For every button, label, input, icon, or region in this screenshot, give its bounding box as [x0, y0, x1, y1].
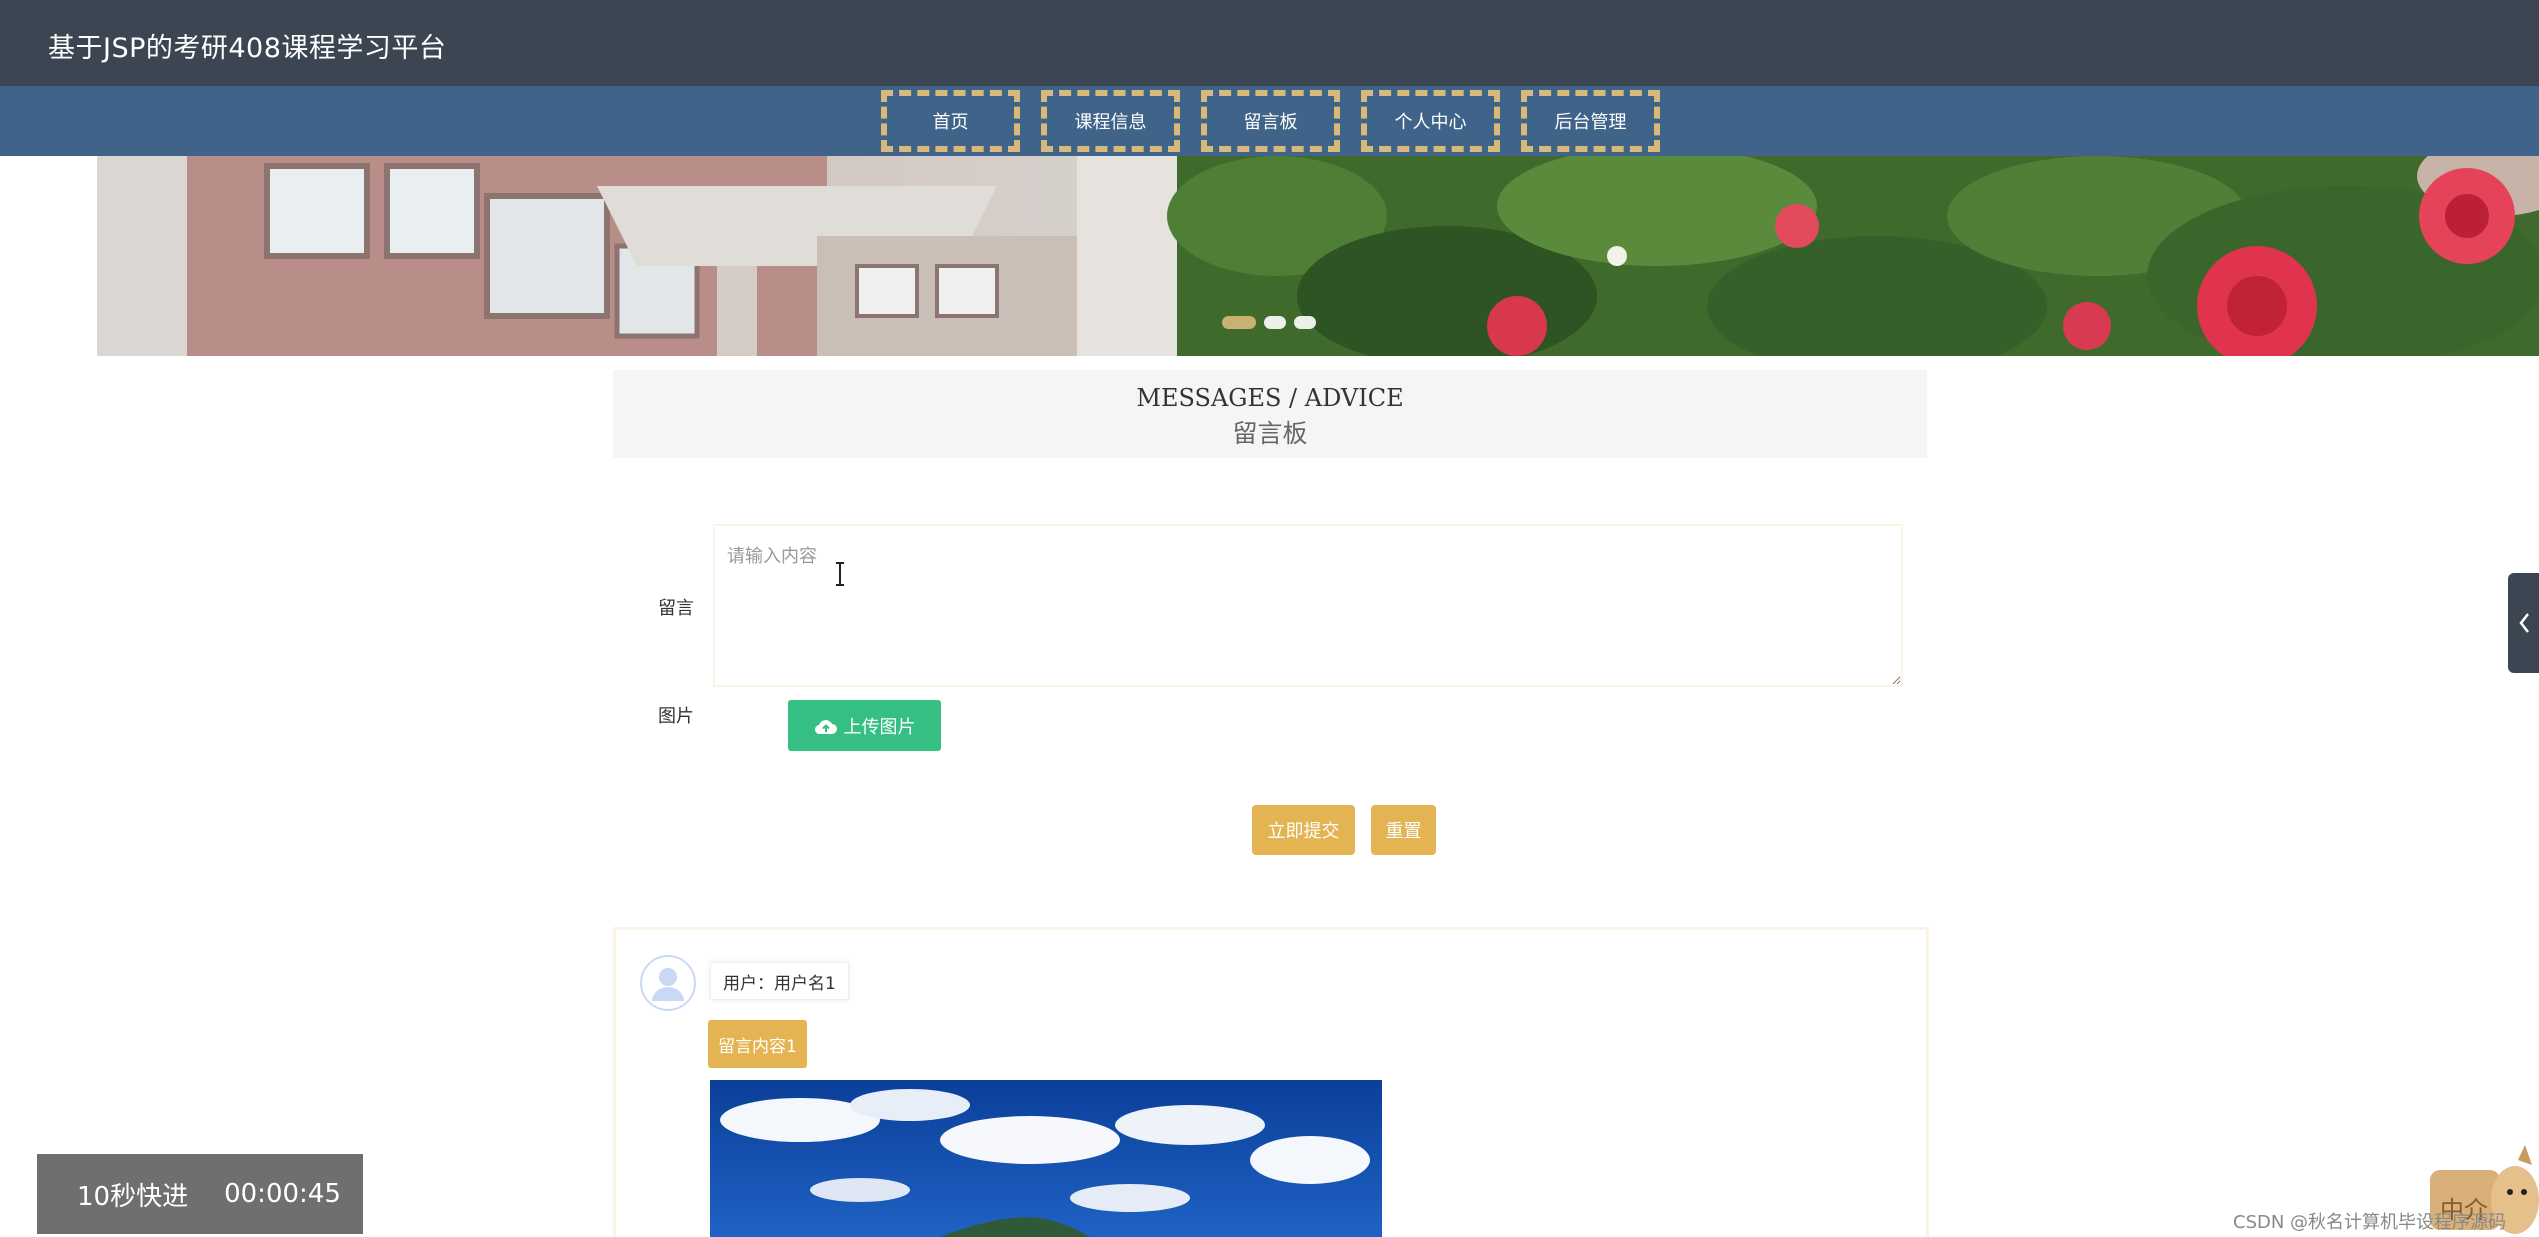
main-nav: 首页 课程信息 留言板 个人中心 后台管理 — [881, 90, 1660, 152]
carousel-dot[interactable] — [1222, 316, 1256, 329]
message-textarea[interactable] — [713, 524, 1903, 687]
user-avatar-icon — [640, 955, 696, 1011]
carousel-dot[interactable] — [1294, 316, 1316, 329]
nav-item-courses[interactable]: 课程信息 — [1041, 90, 1180, 152]
message-label: 留言 — [658, 598, 694, 619]
message-content: 留言内容1 — [708, 1020, 807, 1068]
site-title[interactable]: 基于JSP的考研408课程学习平台 — [48, 26, 446, 65]
message-user: 用户：用户名1 — [710, 962, 849, 1000]
section-title-en: MESSAGES / ADVICE — [1136, 384, 1404, 412]
section-heading: MESSAGES / ADVICE 留言板 — [613, 370, 1927, 458]
text-cursor-icon — [836, 562, 844, 586]
nav-item-admin[interactable]: 后台管理 — [1521, 90, 1660, 152]
carousel-dot[interactable] — [1264, 316, 1286, 329]
banner-carousel[interactable] — [97, 156, 2539, 356]
section-title-zh: 留言板 — [1232, 419, 1308, 448]
top-header: 基于JSP的考研408课程学习平台 — [0, 0, 2539, 86]
fast-forward-overlay[interactable]: 10秒快进 00:00:45 — [37, 1154, 363, 1234]
user-avatar — [640, 955, 696, 1011]
side-panel-toggle[interactable] — [2508, 573, 2539, 673]
fast-forward-label[interactable]: 10秒快进 — [77, 1176, 188, 1213]
image-label: 图片 — [658, 706, 694, 727]
message-photo — [710, 1080, 1382, 1237]
banner-image — [97, 156, 2539, 356]
message-image[interactable] — [710, 1080, 1382, 1237]
nav-item-home[interactable]: 首页 — [881, 90, 1020, 152]
chevron-left-icon — [2518, 613, 2529, 633]
nav-item-message-board[interactable]: 留言板 — [1201, 90, 1340, 152]
nav-item-personal-center[interactable]: 个人中心 — [1361, 90, 1500, 152]
submit-button[interactable]: 立即提交 — [1252, 805, 1355, 855]
page: 基于JSP的考研408课程学习平台 首页 课程信息 留言板 个人中心 后台管理 — [0, 0, 2539, 1237]
cloud-upload-icon — [814, 719, 837, 734]
reset-button[interactable]: 重置 — [1371, 805, 1436, 855]
playback-time: 00:00:45 — [224, 1179, 341, 1209]
csdn-watermark: CSDN @秋名计算机毕设程序源码 — [2233, 1212, 2507, 1233]
upload-image-button[interactable]: 上传图片 — [788, 700, 941, 751]
carousel-indicators — [1222, 316, 1316, 329]
upload-image-label: 上传图片 — [843, 716, 916, 737]
